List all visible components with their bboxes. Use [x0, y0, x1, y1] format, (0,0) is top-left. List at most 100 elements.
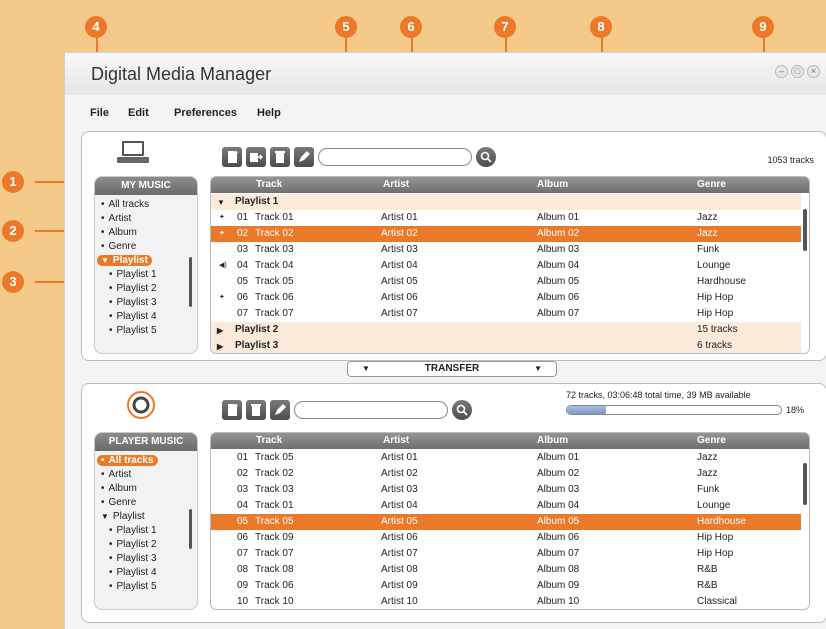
sidebar-item[interactable]: • Playlist 3 — [109, 553, 157, 564]
edit-button[interactable] — [270, 400, 290, 420]
track-number: 04 — [237, 500, 249, 511]
col-artist[interactable]: Artist — [383, 179, 409, 190]
col-track[interactable]: Track — [256, 179, 282, 190]
sidebar-item[interactable]: ▼ Playlist — [97, 255, 152, 266]
table-row[interactable]: 10 Track 10 Artist 10 Album 10 Classical — [211, 594, 801, 609]
sidebar-item[interactable]: • Genre — [101, 497, 136, 508]
table-row[interactable]: 07 Track 07 Artist 07 Album 07 Hip Hop — [211, 546, 801, 562]
group-toggle-icon[interactable]: ▶ — [217, 326, 223, 335]
search-button[interactable] — [476, 147, 496, 167]
maximize-button[interactable]: □ — [791, 65, 804, 78]
table-row[interactable]: 02 Track 02 Artist 02 Album 02 Jazz — [211, 466, 801, 482]
sidebar-item[interactable]: • Artist — [101, 469, 131, 480]
col-artist[interactable]: Artist — [383, 435, 409, 446]
bullet-icon: • — [101, 455, 105, 466]
track-title: Track 05 — [255, 516, 294, 527]
transfer-left-arrow: ▼ — [362, 364, 370, 373]
sidebar-item[interactable]: • Playlist 3 — [109, 297, 157, 308]
close-button[interactable]: × — [807, 65, 820, 78]
sidebar-item[interactable]: • All tracks — [97, 455, 158, 466]
menu-edit[interactable]: Edit — [128, 107, 149, 119]
table-row[interactable]: ✦ 06 Track 06 Artist 06 Album 06 Hip Hop — [211, 290, 801, 306]
search-input[interactable] — [294, 401, 448, 419]
sidebar-item[interactable]: • Artist — [101, 213, 131, 224]
track-album: Album 06 — [537, 292, 580, 303]
bullet-icon: • — [101, 199, 105, 210]
sidebar-scrollbar[interactable] — [189, 257, 192, 307]
table-row[interactable]: 08 Track 08 Artist 08 Album 08 R&B — [211, 562, 801, 578]
table-row[interactable]: 03 Track 03 Artist 03 Album 03 Funk — [211, 242, 801, 258]
bullet-icon: • — [109, 283, 113, 294]
table-row[interactable]: 06 Track 09 Artist 06 Album 06 Hip Hop — [211, 530, 801, 546]
export-button[interactable] — [246, 147, 266, 167]
table-row[interactable]: 01 Track 05 Artist 01 Album 01 Jazz — [211, 450, 801, 466]
group-toggle-icon[interactable]: ▼ — [217, 198, 225, 207]
table-row[interactable]: 05 Track 05 Artist 05 Album 05 Hardhouse — [211, 514, 801, 530]
track-title: Track 01 — [255, 500, 294, 511]
capacity-bar — [566, 405, 782, 415]
sidebar-item[interactable]: • Album — [101, 483, 137, 494]
minimize-button[interactable]: – — [775, 65, 788, 78]
sidebar-item[interactable]: • Playlist 1 — [109, 269, 157, 280]
delete-button[interactable] — [270, 147, 290, 167]
table-row[interactable]: 05 Track 05 Artist 05 Album 05 Hardhouse — [211, 274, 801, 290]
sidebar-item[interactable]: ▼ Playlist — [101, 511, 145, 522]
bullet-icon: • — [109, 581, 113, 592]
transfer-button[interactable]: ▼ TRANSFER ▼ — [347, 361, 557, 377]
sidebar-item-label: Playlist 1 — [116, 525, 157, 536]
sidebar-item[interactable]: • Playlist 1 — [109, 525, 157, 536]
sidebar-scrollbar[interactable] — [189, 509, 192, 549]
track-genre: Jazz — [697, 228, 718, 239]
sidebar-item[interactable]: • Playlist 2 — [109, 283, 157, 294]
track-number: 07 — [237, 548, 249, 559]
track-title: Track 02 — [255, 228, 294, 239]
callout-8: 8 — [590, 16, 612, 38]
track-title: Track 05 — [255, 452, 294, 463]
col-genre[interactable]: Genre — [697, 435, 726, 446]
sidebar-item[interactable]: • Genre — [101, 241, 136, 252]
sidebar-item[interactable]: • Playlist 5 — [109, 325, 157, 336]
table-row[interactable]: 04 Track 01 Artist 04 Album 04 Lounge — [211, 498, 801, 514]
sidebar-item[interactable]: • All tracks — [101, 199, 149, 210]
add-track-button[interactable] — [222, 400, 242, 420]
playlist-group-row[interactable]: ▶ Playlist 3 6 tracks — [211, 338, 801, 353]
track-artist: Artist 03 — [381, 244, 418, 255]
edit-button[interactable] — [294, 147, 314, 167]
sidebar-item-label: Playlist 2 — [116, 539, 157, 550]
track-album: Album 01 — [537, 212, 580, 223]
group-toggle-icon[interactable]: ▶ — [217, 342, 223, 351]
col-album[interactable]: Album — [537, 435, 568, 446]
playlist-group-row[interactable]: ▶ Playlist 2 15 tracks — [211, 322, 801, 338]
search-icon — [480, 151, 492, 163]
track-artist: Artist 07 — [381, 308, 418, 319]
table-scrollbar[interactable] — [803, 463, 807, 505]
table-row[interactable]: ✦ 02 Track 02 Artist 02 Album 02 Jazz — [211, 226, 801, 242]
table-row[interactable]: ✦ 01 Track 01 Artist 01 Album 01 Jazz — [211, 210, 801, 226]
table-row[interactable]: 09 Track 06 Artist 09 Album 09 R&B — [211, 578, 801, 594]
menu-file[interactable]: File — [90, 107, 109, 119]
delete-button[interactable] — [246, 400, 266, 420]
track-number: 06 — [237, 532, 249, 543]
col-track[interactable]: Track — [256, 435, 282, 446]
table-row[interactable]: 03 Track 03 Artist 03 Album 03 Funk — [211, 482, 801, 498]
col-genre[interactable]: Genre — [697, 179, 726, 190]
search-input[interactable] — [318, 148, 472, 166]
sidebar-item[interactable]: • Playlist 2 — [109, 539, 157, 550]
track-number: 04 — [237, 260, 249, 271]
sidebar-item[interactable]: • Playlist 5 — [109, 581, 157, 592]
playlist-group-row[interactable]: ▼ Playlist 1 — [211, 194, 801, 210]
col-album[interactable]: Album — [537, 179, 568, 190]
search-button[interactable] — [452, 400, 472, 420]
sidebar-item[interactable]: • Playlist 4 — [109, 311, 157, 322]
bullet-icon: • — [109, 269, 113, 280]
table-row[interactable]: ◀) 04 Track 04 Artist 04 Album 04 Lounge — [211, 258, 801, 274]
menu-preferences[interactable]: Preferences — [174, 107, 237, 119]
add-track-button[interactable] — [222, 147, 242, 167]
menu-help[interactable]: Help — [257, 107, 281, 119]
sidebar-item[interactable]: • Playlist 4 — [109, 567, 157, 578]
sidebar-item[interactable]: • Album — [101, 227, 137, 238]
bullet-icon: • — [101, 483, 105, 494]
track-status-icon: ✦ — [219, 230, 225, 237]
table-row[interactable]: 07 Track 07 Artist 07 Album 07 Hip Hop — [211, 306, 801, 322]
table-scrollbar[interactable] — [803, 209, 807, 251]
